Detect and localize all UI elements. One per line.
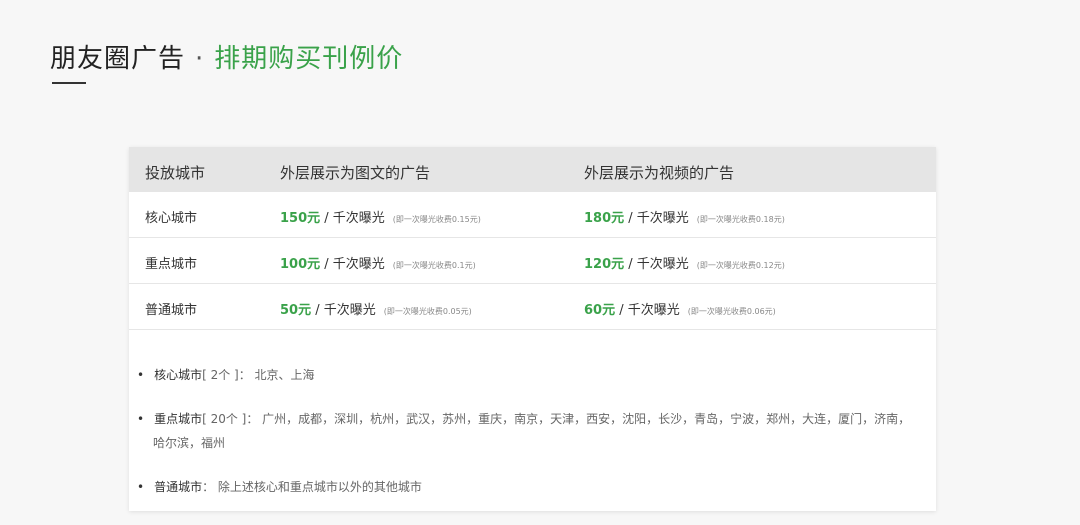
title-separator: · [195, 44, 205, 74]
price-note: (即一次曝光收费0.06元) [687, 307, 776, 316]
note-normal-cities: • 普通城市： 除上述核心和重点城市以外的其他城市 [137, 478, 422, 495]
price-unit: / 千次曝光 [324, 257, 385, 272]
title-underline [52, 82, 86, 84]
price-unit: / 千次曝光 [628, 211, 689, 226]
price-note: (即一次曝光收费0.12元) [696, 261, 785, 270]
image-ad-price-cell: 150元 / 千次曝光 (即一次曝光收费0.15元) [280, 207, 481, 226]
note-count: [ 20个 ] [202, 412, 247, 426]
row-city: 普通城市 [145, 303, 198, 318]
header-video-ad: 外层展示为视频的广告 [584, 164, 735, 182]
note-text: ： 广州，成都，深圳，杭州，武汉，苏州，重庆，南京，天津，西安，沈阳，长沙，青岛… [246, 412, 911, 426]
header-city: 投放城市 [145, 164, 206, 182]
title-main: 朋友圈广告 [50, 44, 186, 74]
price-note: (即一次曝光收费0.15元) [392, 215, 481, 224]
video-ad-price: 60元 [584, 303, 616, 318]
note-text: ： 北京、上海 [238, 368, 315, 382]
header-image-ad: 外层展示为图文的广告 [280, 164, 431, 182]
note-label: 核心城市 [154, 368, 203, 382]
note-text: ： 除上述核心和重点城市以外的其他城市 [202, 480, 422, 494]
note-label: 普通城市 [154, 480, 203, 494]
bullet: • [137, 412, 145, 426]
note-key-cities: • 重点城市[ 20个 ]： 广州，成都，深圳，杭州，武汉，苏州，重庆，南京，天津… [137, 410, 910, 427]
price-note: (即一次曝光收费0.18元) [696, 215, 785, 224]
table-row: 核心城市 150元 / 千次曝光 (即一次曝光收费0.15元) 180元 / 千次… [129, 192, 936, 238]
price-unit: / 千次曝光 [324, 211, 385, 226]
note-core-cities: • 核心城市[ 2个 ]： 北京、上海 [137, 366, 315, 383]
note-count: [ 2个 ] [202, 368, 239, 382]
note-label: 重点城市 [154, 412, 203, 426]
table-row: 重点城市 100元 / 千次曝光 (即一次曝光收费0.1元) 120元 / 千次曝… [129, 238, 936, 284]
row-city: 重点城市 [145, 257, 198, 272]
pricing-card: 投放城市 外层展示为图文的广告 外层展示为视频的广告 核心城市 150元 / 千… [129, 147, 936, 511]
price-unit: / 千次曝光 [619, 303, 680, 318]
image-ad-price-cell: 100元 / 千次曝光 (即一次曝光收费0.1元) [280, 253, 476, 272]
page-title: 朋友圈广告 · 排期购买刊例价 [50, 38, 403, 75]
image-ad-price: 150元 [280, 211, 321, 226]
video-ad-price: 180元 [584, 211, 625, 226]
image-ad-price: 50元 [280, 303, 312, 318]
title-highlight: 排期购买刊例价 [214, 44, 404, 74]
table-header: 投放城市 外层展示为图文的广告 外层展示为视频的广告 [129, 147, 936, 192]
price-note: (即一次曝光收费0.1元) [392, 261, 476, 270]
price-unit: / 千次曝光 [315, 303, 376, 318]
bullet: • [137, 480, 145, 494]
price-unit: / 千次曝光 [628, 257, 689, 272]
price-note: (即一次曝光收费0.05元) [383, 307, 472, 316]
image-ad-price: 100元 [280, 257, 321, 272]
bullet: • [137, 368, 145, 382]
video-ad-price-cell: 120元 / 千次曝光 (即一次曝光收费0.12元) [584, 253, 785, 272]
image-ad-price-cell: 50元 / 千次曝光 (即一次曝光收费0.05元) [280, 299, 472, 318]
note-key-cities-continued: 哈尔滨，福州 [153, 436, 226, 450]
video-ad-price-cell: 60元 / 千次曝光 (即一次曝光收费0.06元) [584, 299, 776, 318]
table-row: 普通城市 50元 / 千次曝光 (即一次曝光收费0.05元) 60元 / 千次曝光… [129, 284, 936, 330]
row-city: 核心城市 [145, 211, 198, 226]
video-ad-price: 120元 [584, 257, 625, 272]
video-ad-price-cell: 180元 / 千次曝光 (即一次曝光收费0.18元) [584, 207, 785, 226]
